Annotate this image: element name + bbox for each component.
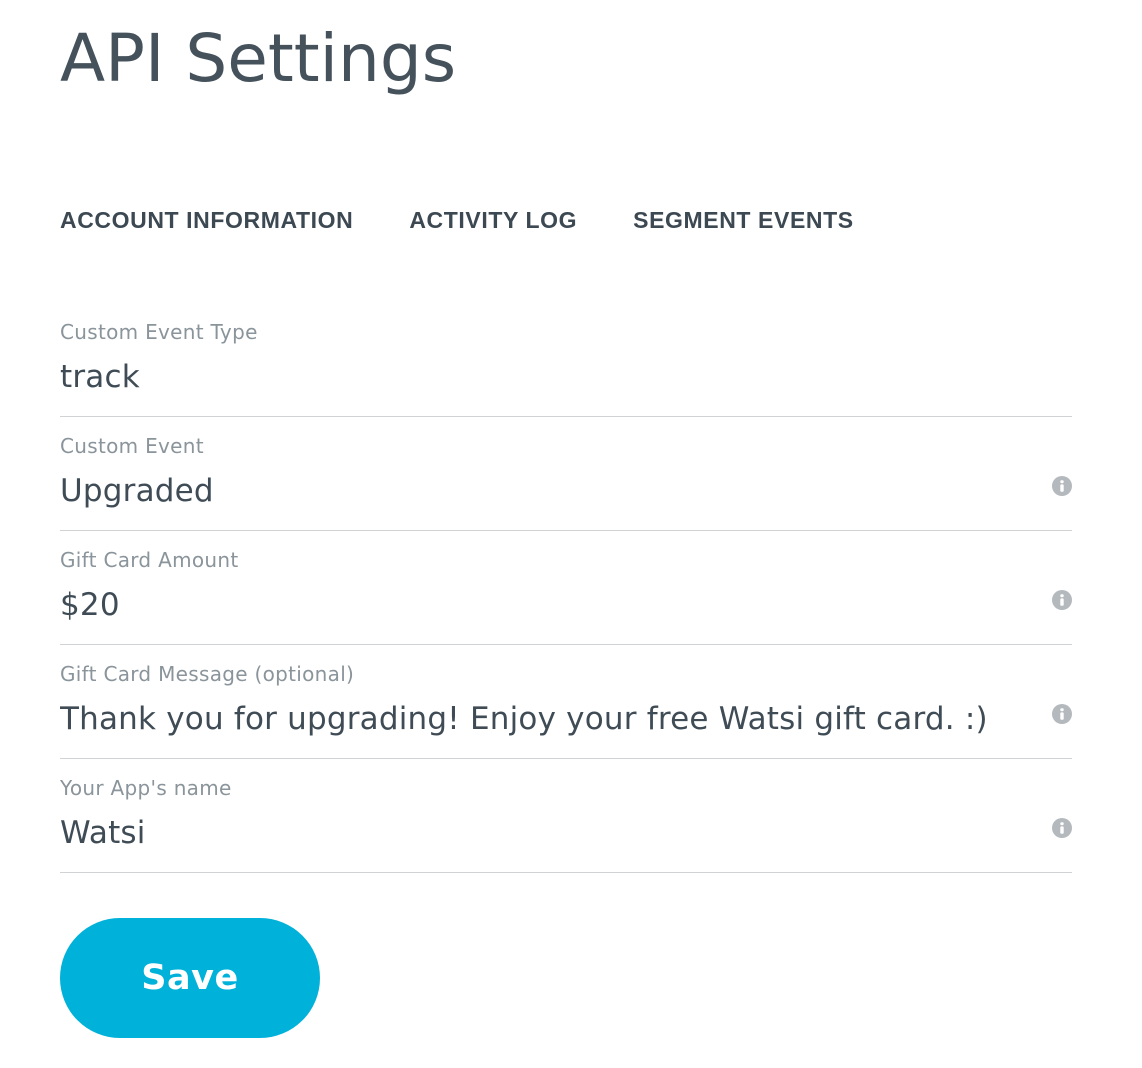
custom-event-field: Custom Event xyxy=(60,417,1072,531)
gift-card-amount-input[interactable] xyxy=(60,583,1020,627)
tab-bar: ACCOUNT INFORMATION ACTIVITY LOG SEGMENT… xyxy=(60,204,854,236)
custom-event-type-input[interactable] xyxy=(60,355,1020,399)
app-name-label: Your App's name xyxy=(60,776,232,800)
gift-card-amount-field: Gift Card Amount xyxy=(60,531,1072,645)
info-icon[interactable] xyxy=(1052,817,1072,838)
custom-event-type-field: Custom Event Type xyxy=(60,303,1072,417)
tab-activity-log[interactable]: ACTIVITY LOG xyxy=(409,207,577,234)
page-title: API Settings xyxy=(60,20,457,97)
save-button[interactable]: Save xyxy=(60,918,320,1038)
tab-segment-events[interactable]: SEGMENT EVENTS xyxy=(633,207,854,234)
info-icon[interactable] xyxy=(1052,703,1072,724)
app-name-field: Your App's name xyxy=(60,759,1072,873)
segment-events-form: Custom Event Type Custom Event Gift Card… xyxy=(60,303,1072,873)
gift-card-message-field: Gift Card Message (optional) xyxy=(60,645,1072,759)
custom-event-type-label: Custom Event Type xyxy=(60,320,258,344)
gift-card-message-input[interactable] xyxy=(60,697,1020,741)
gift-card-amount-label: Gift Card Amount xyxy=(60,548,239,572)
custom-event-label: Custom Event xyxy=(60,434,204,458)
gift-card-message-label: Gift Card Message (optional) xyxy=(60,662,355,686)
info-icon[interactable] xyxy=(1052,589,1072,610)
app-name-input[interactable] xyxy=(60,811,1020,855)
custom-event-input[interactable] xyxy=(60,469,1020,513)
tab-account-information[interactable]: ACCOUNT INFORMATION xyxy=(60,207,353,234)
info-icon[interactable] xyxy=(1052,475,1072,496)
